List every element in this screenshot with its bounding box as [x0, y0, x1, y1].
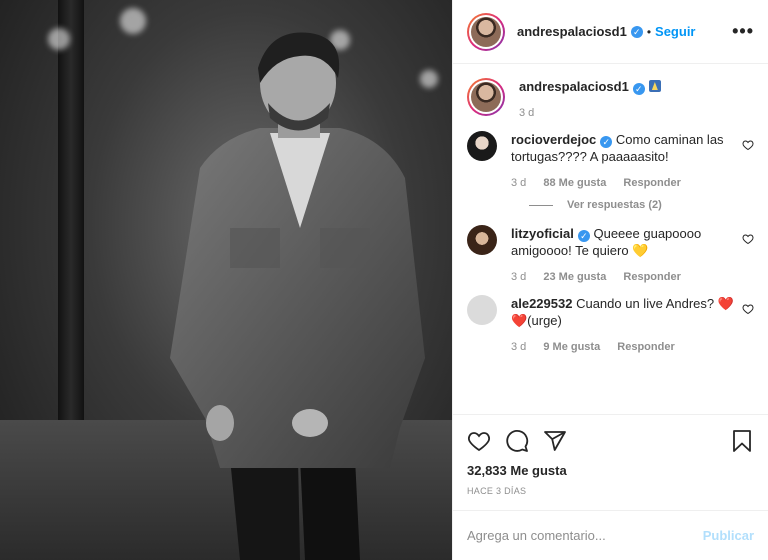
author-username[interactable]: andrespalaciosd1	[517, 24, 627, 39]
action-icons	[467, 423, 754, 459]
likes-count[interactable]: 32,833 Me gusta	[467, 463, 754, 478]
post-actions: 32,833 Me gusta HACE 3 DÍAS	[453, 414, 768, 510]
author-avatar-photo	[471, 16, 501, 47]
photo-man-figure	[170, 32, 425, 560]
follow-button[interactable]: Seguir	[655, 24, 695, 39]
comment-time[interactable]: 3 d	[511, 177, 526, 189]
author-avatar-ring	[469, 14, 503, 49]
comment-like-heart-icon[interactable]	[742, 303, 754, 315]
comment-like-heart-icon[interactable]	[742, 233, 754, 245]
comment-likes[interactable]: 88 Me gusta	[543, 177, 606, 189]
separator-dot: •	[646, 24, 652, 39]
reply-button[interactable]: Responder	[617, 341, 674, 353]
comment-like-heart-icon[interactable]	[742, 139, 754, 151]
commenter-avatar[interactable]	[467, 225, 497, 255]
comment-item: rocioverdejoc ✓ Como caminan las tortugas…	[467, 131, 754, 189]
author-avatar[interactable]	[467, 12, 505, 51]
verified-icon: ✓	[600, 136, 613, 148]
verified-icon: ✓	[630, 25, 643, 38]
comment-text: litzyoficial ✓ Queeee guapoooo amigoooo! …	[511, 225, 742, 259]
comment-username[interactable]: litzyoficial	[511, 226, 574, 241]
comment-time[interactable]: 3 d	[511, 341, 526, 353]
post-header: andrespalaciosd1 ✓ • Seguir •••	[453, 0, 768, 64]
reply-button[interactable]: Responder	[623, 271, 680, 283]
caption-username[interactable]: andrespalaciosd1	[519, 79, 629, 94]
comment-likes[interactable]: 9 Me gusta	[543, 341, 600, 353]
comment-body: rocioverdejoc ✓ Como caminan las tortugas…	[511, 131, 742, 189]
verified-icon: ✓	[577, 230, 590, 242]
comment-input[interactable]	[467, 528, 703, 543]
comment-meta: 3 d 88 Me gusta Responder	[511, 177, 742, 189]
view-replies-button[interactable]: Ver respuestas (2)	[529, 199, 754, 211]
comment-text: ale229532 Cuando un live Andres? ❤️❤️(ur…	[511, 295, 742, 329]
publish-button[interactable]: Publicar	[703, 528, 754, 543]
post-side-panel: andrespalaciosd1 ✓ • Seguir ••• andrespa…	[452, 0, 768, 560]
caption-meta: 3 d	[519, 107, 754, 119]
comment-meta: 3 d 23 Me gusta Responder	[511, 271, 742, 283]
post-timestamp[interactable]: HACE 3 DÍAS	[467, 486, 754, 496]
caption-avatar-ring	[469, 80, 503, 114]
reply-button[interactable]: Responder	[623, 177, 680, 189]
caption-avatar-photo	[471, 82, 501, 112]
caption-row: andrespalaciosd1 ✓ 3 d	[467, 78, 754, 119]
bookmark-icon[interactable]	[730, 429, 754, 453]
photo-bokeh	[48, 28, 70, 50]
view-replies-label: Ver respuestas (2)	[567, 199, 662, 211]
verified-icon: ✓	[632, 83, 645, 95]
post-photo[interactable]	[0, 0, 452, 560]
share-icon[interactable]	[543, 429, 567, 453]
comment-username[interactable]: rocioverdejoc	[511, 132, 596, 147]
comment-username[interactable]: ale229532	[511, 296, 572, 311]
replies-line	[529, 204, 553, 206]
comment-item: ale229532 Cuando un live Andres? ❤️❤️(ur…	[467, 295, 754, 353]
default-avatar-icon[interactable]	[467, 295, 497, 325]
comment-time[interactable]: 3 d	[511, 271, 526, 283]
caption-text: andrespalaciosd1 ✓	[519, 78, 754, 95]
comment-body: litzyoficial ✓ Queeee guapoooo amigoooo! …	[511, 225, 742, 283]
comment-text: rocioverdejoc ✓ Como caminan las tortugas…	[511, 131, 742, 165]
comment-body: ale229532 Cuando un live Andres? ❤️❤️(ur…	[511, 295, 742, 353]
comment-meta: 3 d 9 Me gusta Responder	[511, 341, 742, 353]
commenter-avatar[interactable]	[467, 131, 497, 161]
caption-body: andrespalaciosd1 ✓ 3 d	[519, 78, 754, 119]
caption-avatar[interactable]	[467, 78, 505, 116]
add-comment-bar: Publicar	[453, 510, 768, 560]
comment-likes[interactable]: 23 Me gusta	[543, 271, 606, 283]
flag-emoji-icon	[648, 80, 661, 92]
comments-list[interactable]: andrespalaciosd1 ✓ 3 d rocioverdejoc ✓ Com…	[453, 64, 768, 414]
photo-bokeh	[120, 8, 146, 34]
comment-item: litzyoficial ✓ Queeee guapoooo amigoooo! …	[467, 225, 754, 283]
more-icon[interactable]: •••	[732, 21, 754, 42]
comment-icon[interactable]	[505, 429, 529, 453]
instagram-post: andrespalaciosd1 ✓ • Seguir ••• andrespa…	[0, 0, 768, 560]
heart-icon[interactable]	[467, 429, 491, 453]
caption-time[interactable]: 3 d	[519, 107, 534, 119]
